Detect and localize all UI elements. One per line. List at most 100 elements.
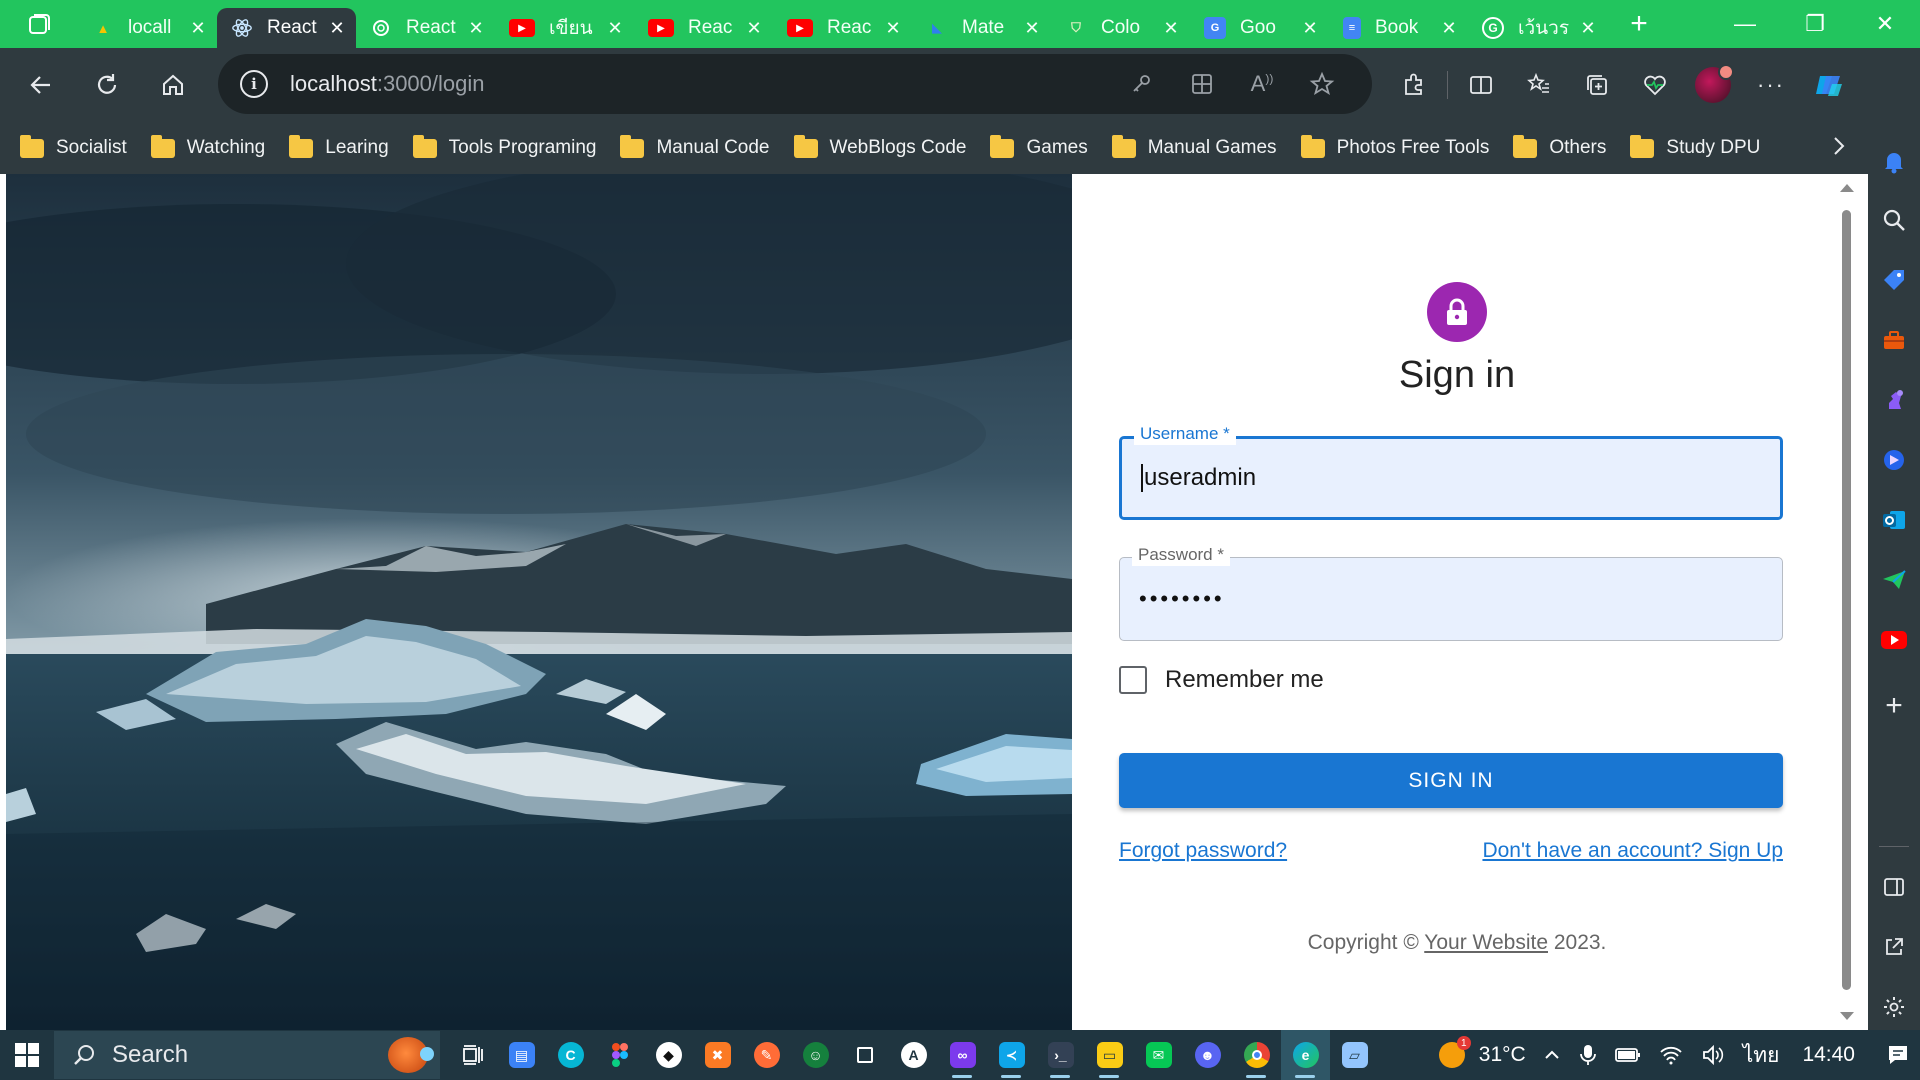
close-tab-icon[interactable]: ✕	[1160, 17, 1182, 39]
tab-8[interactable]: G Goo ✕	[1190, 8, 1329, 48]
taskbar-app[interactable]	[840, 1030, 889, 1080]
taskbar-app[interactable]: ≺	[987, 1030, 1036, 1080]
bookmark-folder[interactable]: WebBlogs Code	[793, 134, 966, 159]
notification-center-button[interactable]	[1876, 1043, 1920, 1067]
volume-button[interactable]	[1701, 1044, 1725, 1066]
reload-button[interactable]	[78, 61, 136, 109]
remember-me-control[interactable]: Remember me	[1119, 666, 1324, 694]
more-bookmarks-button[interactable]	[1828, 134, 1850, 163]
tab-6[interactable]: ◣ Mate ✕	[912, 8, 1051, 48]
taskbar-app[interactable]: C	[546, 1030, 595, 1080]
bookmark-folder[interactable]: Watching	[150, 134, 265, 159]
bookmark-folder[interactable]: Manual Games	[1111, 134, 1277, 159]
wifi-button[interactable]	[1659, 1045, 1683, 1065]
battery-button[interactable]	[1614, 1046, 1641, 1064]
telegram-button[interactable]	[1874, 560, 1914, 600]
taskbar-app[interactable]: ✎	[742, 1030, 791, 1080]
close-tab-icon[interactable]: ✕	[604, 17, 626, 39]
bookmark-folder[interactable]: Others	[1513, 134, 1606, 159]
close-tab-icon[interactable]: ✕	[326, 17, 348, 39]
shopping-button[interactable]	[1874, 260, 1914, 300]
bookmark-folder[interactable]: Tools Programing	[412, 134, 596, 159]
sidebar-settings-button[interactable]	[1874, 987, 1914, 1027]
hide-sidebar-button[interactable]	[1874, 867, 1914, 907]
weather-widget[interactable]: 1 31°C	[1438, 1036, 1526, 1068]
taskbar-app[interactable]: ☺	[791, 1030, 840, 1080]
close-tab-icon[interactable]: ✕	[187, 17, 209, 39]
close-tab-icon[interactable]: ✕	[743, 17, 765, 39]
close-window-button[interactable]: ✕	[1850, 0, 1920, 48]
show-hidden-icons-button[interactable]	[1543, 1046, 1561, 1064]
collections-button[interactable]	[1568, 61, 1626, 109]
outlook-button[interactable]	[1874, 500, 1914, 540]
start-button[interactable]	[0, 1030, 54, 1080]
youtube-sidebar-button[interactable]	[1874, 620, 1914, 660]
add-sidebar-app-button[interactable]: +	[1874, 686, 1914, 726]
tab-3[interactable]: ▶ เขียน ✕	[495, 8, 634, 48]
games-button[interactable]	[1874, 380, 1914, 420]
task-view-button[interactable]	[448, 1030, 497, 1080]
taskbar-app[interactable]: ▤	[497, 1030, 546, 1080]
taskbar-app[interactable]	[1232, 1030, 1281, 1080]
bookmark-folder[interactable]: Socialist	[20, 134, 127, 159]
back-button[interactable]	[12, 61, 70, 109]
open-external-button[interactable]	[1874, 927, 1914, 967]
tab-5[interactable]: ▶ Reac ✕	[773, 8, 912, 48]
new-tab-button[interactable]: +	[1615, 4, 1663, 44]
sign-in-button[interactable]: SIGN IN	[1119, 753, 1783, 808]
tools-button[interactable]	[1874, 320, 1914, 360]
scroll-up-arrow-icon[interactable]	[1840, 184, 1854, 192]
password-key-button[interactable]	[1112, 60, 1172, 108]
split-screen-button[interactable]	[1452, 61, 1510, 109]
forgot-password-link[interactable]: Forgot password?	[1119, 839, 1287, 863]
bookmark-folder[interactable]: Learing	[289, 134, 389, 159]
language-indicator[interactable]: ไทย	[1743, 1039, 1780, 1072]
bookmark-folder[interactable]: Games	[990, 134, 1088, 159]
close-tab-icon[interactable]: ✕	[882, 17, 904, 39]
taskbar-search[interactable]: Search	[54, 1031, 440, 1079]
sidebar-search-button[interactable]	[1874, 200, 1914, 240]
close-tab-icon[interactable]: ✕	[465, 17, 487, 39]
tab-7[interactable]: ⛉ Colo ✕	[1051, 8, 1190, 48]
close-tab-icon[interactable]: ✕	[1021, 17, 1043, 39]
taskbar-app[interactable]: ✖	[693, 1030, 742, 1080]
taskbar-app[interactable]: e	[1281, 1030, 1330, 1080]
taskbar-app[interactable]: ▭	[1085, 1030, 1134, 1080]
taskbar-app[interactable]: ›_	[1036, 1030, 1085, 1080]
tab-1[interactable]: React ✕	[217, 8, 356, 48]
tab-9[interactable]: ≡ Book ✕	[1329, 8, 1468, 48]
minimize-button[interactable]: —	[1710, 0, 1780, 48]
remember-me-checkbox[interactable]	[1119, 666, 1147, 694]
notifications-button[interactable]	[1874, 142, 1914, 182]
website-link[interactable]: Your Website	[1424, 931, 1548, 954]
profile-button[interactable]	[1684, 61, 1742, 109]
scroll-down-arrow-icon[interactable]	[1840, 1012, 1854, 1020]
read-aloud-button[interactable]: A))	[1232, 60, 1292, 108]
bookmark-folder[interactable]: Manual Code	[620, 134, 770, 159]
browser-essentials-button[interactable]	[1626, 61, 1684, 109]
scrollbar-thumb[interactable]	[1842, 210, 1851, 990]
taskbar-app[interactable]: ◆	[644, 1030, 693, 1080]
site-info-icon[interactable]: i	[240, 70, 268, 98]
password-field[interactable]: Password * ••••••••	[1119, 544, 1783, 641]
close-tab-icon[interactable]: ✕	[1299, 17, 1321, 39]
taskbar-app[interactable]: ▱	[1330, 1030, 1379, 1080]
taskbar-app[interactable]	[595, 1030, 644, 1080]
home-button[interactable]	[144, 61, 202, 109]
bookmark-folder[interactable]: Photos Free Tools	[1300, 134, 1489, 159]
page-scrollbar[interactable]	[1836, 174, 1856, 1030]
tab-2[interactable]: React ✕	[356, 8, 495, 48]
app-available-button[interactable]	[1172, 60, 1232, 108]
taskbar-app[interactable]: ✉	[1134, 1030, 1183, 1080]
extensions-button[interactable]	[1385, 61, 1443, 109]
favorite-star-button[interactable]	[1292, 60, 1352, 108]
copilot-sidebar-button[interactable]	[1874, 440, 1914, 480]
favorites-button[interactable]	[1510, 61, 1568, 109]
settings-more-button[interactable]: ···	[1742, 61, 1800, 109]
clock[interactable]: 14:40	[1802, 1043, 1855, 1067]
tab-0[interactable]: ▲ locall ✕	[78, 8, 217, 48]
username-input[interactable]: useradmin	[1141, 439, 1256, 517]
tab-10[interactable]: G เว้นวร ✕	[1468, 8, 1607, 48]
password-input[interactable]: ••••••••	[1139, 558, 1225, 640]
username-field[interactable]: Username * useradmin	[1119, 423, 1783, 520]
